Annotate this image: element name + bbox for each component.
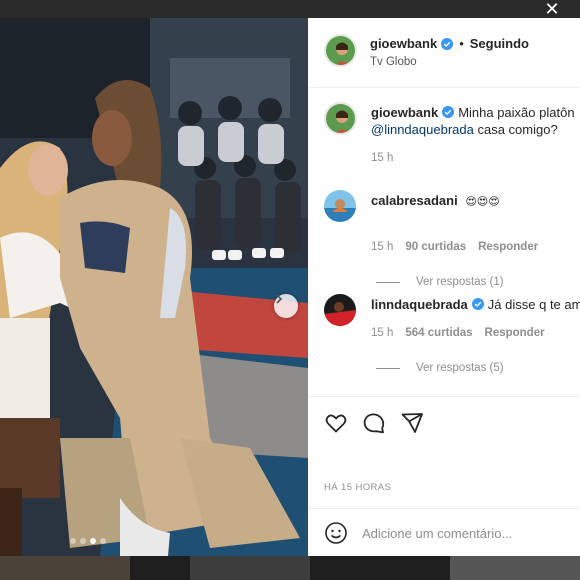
smiley-icon[interactable] (324, 521, 348, 545)
view-replies-button[interactable]: Ver respostas (1) (376, 276, 504, 288)
view-replies-label: Ver respostas (1) (416, 276, 504, 288)
author-row: gioewbank • Seguindo (370, 36, 529, 51)
comment-text: calabresadani 😍😍😍 (371, 192, 580, 210)
comment-body: 😍😍😍 (465, 195, 500, 208)
avatar[interactable] (324, 190, 356, 222)
add-comment-bar (308, 508, 580, 556)
avatar[interactable] (324, 294, 356, 326)
author-username[interactable]: gioewbank (370, 36, 437, 51)
caption-text: gioewbank Minha paixão platôn @linndaqueb… (371, 104, 580, 138)
carousel-dot-active (90, 538, 96, 544)
post-timestamp[interactable]: HÁ 15 HORAS (324, 482, 391, 493)
carousel-dot (70, 538, 76, 544)
backdrop-feed-strip (0, 556, 580, 580)
reply-button[interactable]: Responder (485, 327, 545, 339)
comment-username[interactable]: linndaquebrada (371, 297, 468, 312)
caption-mention[interactable]: @linndaquebrada (371, 122, 474, 137)
comment-text: linndaquebrada Já disse q te am (371, 296, 580, 313)
view-replies-button[interactable]: Ver respostas (5) (376, 362, 504, 374)
chevron-right-icon (276, 294, 283, 304)
post-location[interactable]: Tv Globo (370, 56, 417, 68)
avatar[interactable] (324, 34, 357, 67)
following-button[interactable]: Seguindo (470, 36, 529, 51)
photo-illustration (0, 18, 308, 556)
avatar[interactable] (324, 102, 357, 135)
caption-time: 15 h (371, 152, 394, 164)
comment-likes[interactable]: 90 curtidas (405, 241, 466, 253)
close-icon[interactable]: ✕ (542, 0, 562, 18)
separator: • (459, 36, 464, 51)
comment-time: 15 h (371, 327, 394, 339)
carousel-dot (100, 538, 106, 544)
comment-time: 15 h (371, 241, 394, 253)
comment-meta: 15 h 564 curtidas Responder (371, 327, 545, 339)
post-detail-panel: gioewbank • Seguindo Tv Globo gioewbank M… (308, 18, 580, 556)
reply-button[interactable]: Responder (478, 241, 538, 253)
caption-body-after: casa comigo? (477, 122, 558, 137)
caption-body: Minha paixão platôn (458, 105, 575, 120)
divider (376, 367, 400, 369)
post-photo[interactable] (0, 18, 308, 556)
paper-plane-icon[interactable] (400, 411, 424, 435)
carousel-dot (80, 538, 86, 544)
verified-badge-icon (442, 106, 455, 118)
comment-username[interactable]: calabresadani (371, 193, 458, 208)
post-header: gioewbank • Seguindo Tv Globo (308, 18, 580, 88)
verified-badge-icon (471, 298, 484, 310)
caption-username[interactable]: gioewbank (371, 105, 438, 120)
caption-meta: 15 h (371, 152, 393, 164)
heart-icon[interactable] (324, 411, 348, 435)
carousel-dots (70, 538, 106, 544)
comment-meta: 15 h 90 curtidas Responder (371, 241, 538, 253)
comment-input[interactable] (362, 522, 572, 544)
divider (376, 281, 400, 283)
comment-body: Já disse q te am (487, 297, 580, 312)
view-replies-label: Ver respostas (5) (416, 362, 504, 374)
post-actions-bar (308, 396, 580, 446)
verified-badge-icon (441, 37, 454, 50)
comment-bubble-icon[interactable] (362, 411, 386, 435)
comment-likes[interactable]: 564 curtidas (405, 327, 472, 339)
next-photo-button[interactable] (274, 294, 298, 318)
